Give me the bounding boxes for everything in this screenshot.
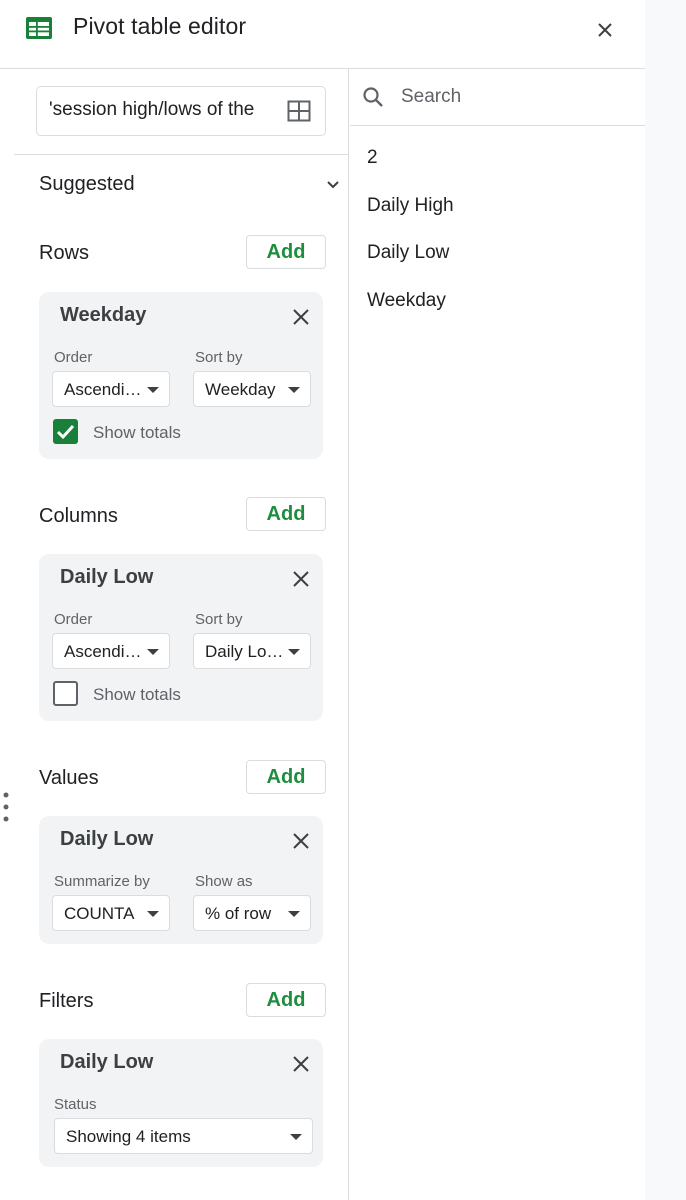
field-search-bar bbox=[350, 69, 645, 126]
values-heading: Values bbox=[39, 767, 99, 789]
order-select[interactable]: Ascendi… bbox=[52, 371, 170, 407]
order-value: Ascendi… bbox=[64, 380, 142, 399]
pivot-table-editor: Pivot table editor Suggested Rows Add We… bbox=[0, 0, 686, 1200]
show-totals-label: Show totals bbox=[93, 423, 181, 442]
summarize-by-select[interactable]: COUNTA bbox=[52, 895, 170, 931]
sort-by-value: Daily Lo… bbox=[205, 642, 284, 661]
chevron-down-icon[interactable] bbox=[326, 180, 340, 190]
sort-by-select[interactable]: Weekday bbox=[193, 371, 311, 407]
rows-field-card: Weekday Order Sort by Ascendi… Weekday S… bbox=[39, 292, 323, 459]
order-select[interactable]: Ascendi… bbox=[52, 633, 170, 669]
values-field-title: Daily Low bbox=[60, 828, 154, 850]
divider bbox=[14, 154, 349, 155]
columns-heading: Columns bbox=[39, 505, 118, 527]
summarize-by-value: COUNTA bbox=[64, 904, 135, 923]
drag-handle-icon[interactable] bbox=[3, 791, 9, 823]
status-value: Showing 4 items bbox=[66, 1127, 191, 1146]
data-range-input[interactable] bbox=[49, 99, 277, 121]
field-search-input[interactable] bbox=[401, 84, 631, 110]
data-range-field[interactable] bbox=[36, 86, 326, 136]
summarize-by-label: Summarize by bbox=[54, 873, 150, 890]
values-field-card: Daily Low Summarize by Show as COUNTA % … bbox=[39, 816, 323, 944]
add-values-button[interactable]: Add bbox=[246, 760, 326, 794]
caret-down-icon bbox=[288, 649, 300, 655]
sort-by-label: Sort by bbox=[195, 611, 243, 628]
right-gutter bbox=[645, 0, 686, 1200]
close-icon[interactable] bbox=[292, 570, 310, 588]
order-value: Ascendi… bbox=[64, 642, 142, 661]
sheets-icon bbox=[26, 17, 52, 39]
close-icon[interactable] bbox=[292, 308, 310, 326]
grid-icon[interactable] bbox=[287, 100, 311, 122]
status-select[interactable]: Showing 4 items bbox=[54, 1118, 313, 1154]
field-list-item[interactable]: 2 bbox=[367, 147, 378, 169]
close-icon[interactable] bbox=[292, 832, 310, 850]
sort-by-select[interactable]: Daily Lo… bbox=[193, 633, 311, 669]
columns-field-title: Daily Low bbox=[60, 566, 154, 588]
show-totals-label: Show totals bbox=[93, 685, 181, 704]
columns-field-card: Daily Low Order Sort by Ascendi… Daily L… bbox=[39, 554, 323, 721]
caret-down-icon bbox=[290, 1134, 302, 1140]
caret-down-icon bbox=[288, 387, 300, 393]
rows-heading: Rows bbox=[39, 242, 90, 264]
field-list-item[interactable]: Weekday bbox=[367, 290, 446, 312]
order-label: Order bbox=[54, 611, 93, 628]
filters-heading: Filters bbox=[39, 990, 94, 1012]
close-icon[interactable] bbox=[593, 18, 617, 42]
field-list-item[interactable]: Daily High bbox=[367, 195, 454, 217]
page-title: Pivot table editor bbox=[73, 13, 247, 39]
filters-field-card: Daily Low Status Showing 4 items bbox=[39, 1039, 323, 1167]
status-label: Status bbox=[54, 1096, 97, 1113]
editor-header: Pivot table editor bbox=[0, 0, 645, 69]
check-icon bbox=[56, 424, 75, 440]
sort-by-value: Weekday bbox=[205, 380, 276, 399]
add-columns-button[interactable]: Add bbox=[246, 497, 326, 531]
show-totals-checkbox[interactable] bbox=[53, 681, 78, 706]
caret-down-icon bbox=[147, 387, 159, 393]
suggested-heading[interactable]: Suggested bbox=[39, 173, 135, 196]
sort-by-label: Sort by bbox=[195, 349, 243, 366]
caret-down-icon bbox=[288, 911, 300, 917]
add-rows-button[interactable]: Add bbox=[246, 235, 326, 269]
search-icon bbox=[363, 87, 383, 107]
filters-field-title: Daily Low bbox=[60, 1051, 154, 1073]
show-as-select[interactable]: % of row bbox=[193, 895, 311, 931]
show-as-value: % of row bbox=[205, 904, 272, 923]
rows-field-title: Weekday bbox=[60, 304, 147, 326]
caret-down-icon bbox=[147, 649, 159, 655]
caret-down-icon bbox=[147, 911, 159, 917]
editor-left-pane: Suggested Rows Add Weekday Order Sort by… bbox=[0, 69, 349, 1200]
show-totals-checkbox[interactable] bbox=[53, 419, 78, 444]
field-list-item[interactable]: Daily Low bbox=[367, 242, 449, 264]
order-label: Order bbox=[54, 349, 93, 366]
add-filters-button[interactable]: Add bbox=[246, 983, 326, 1017]
show-as-label: Show as bbox=[195, 873, 253, 890]
close-icon[interactable] bbox=[292, 1055, 310, 1073]
